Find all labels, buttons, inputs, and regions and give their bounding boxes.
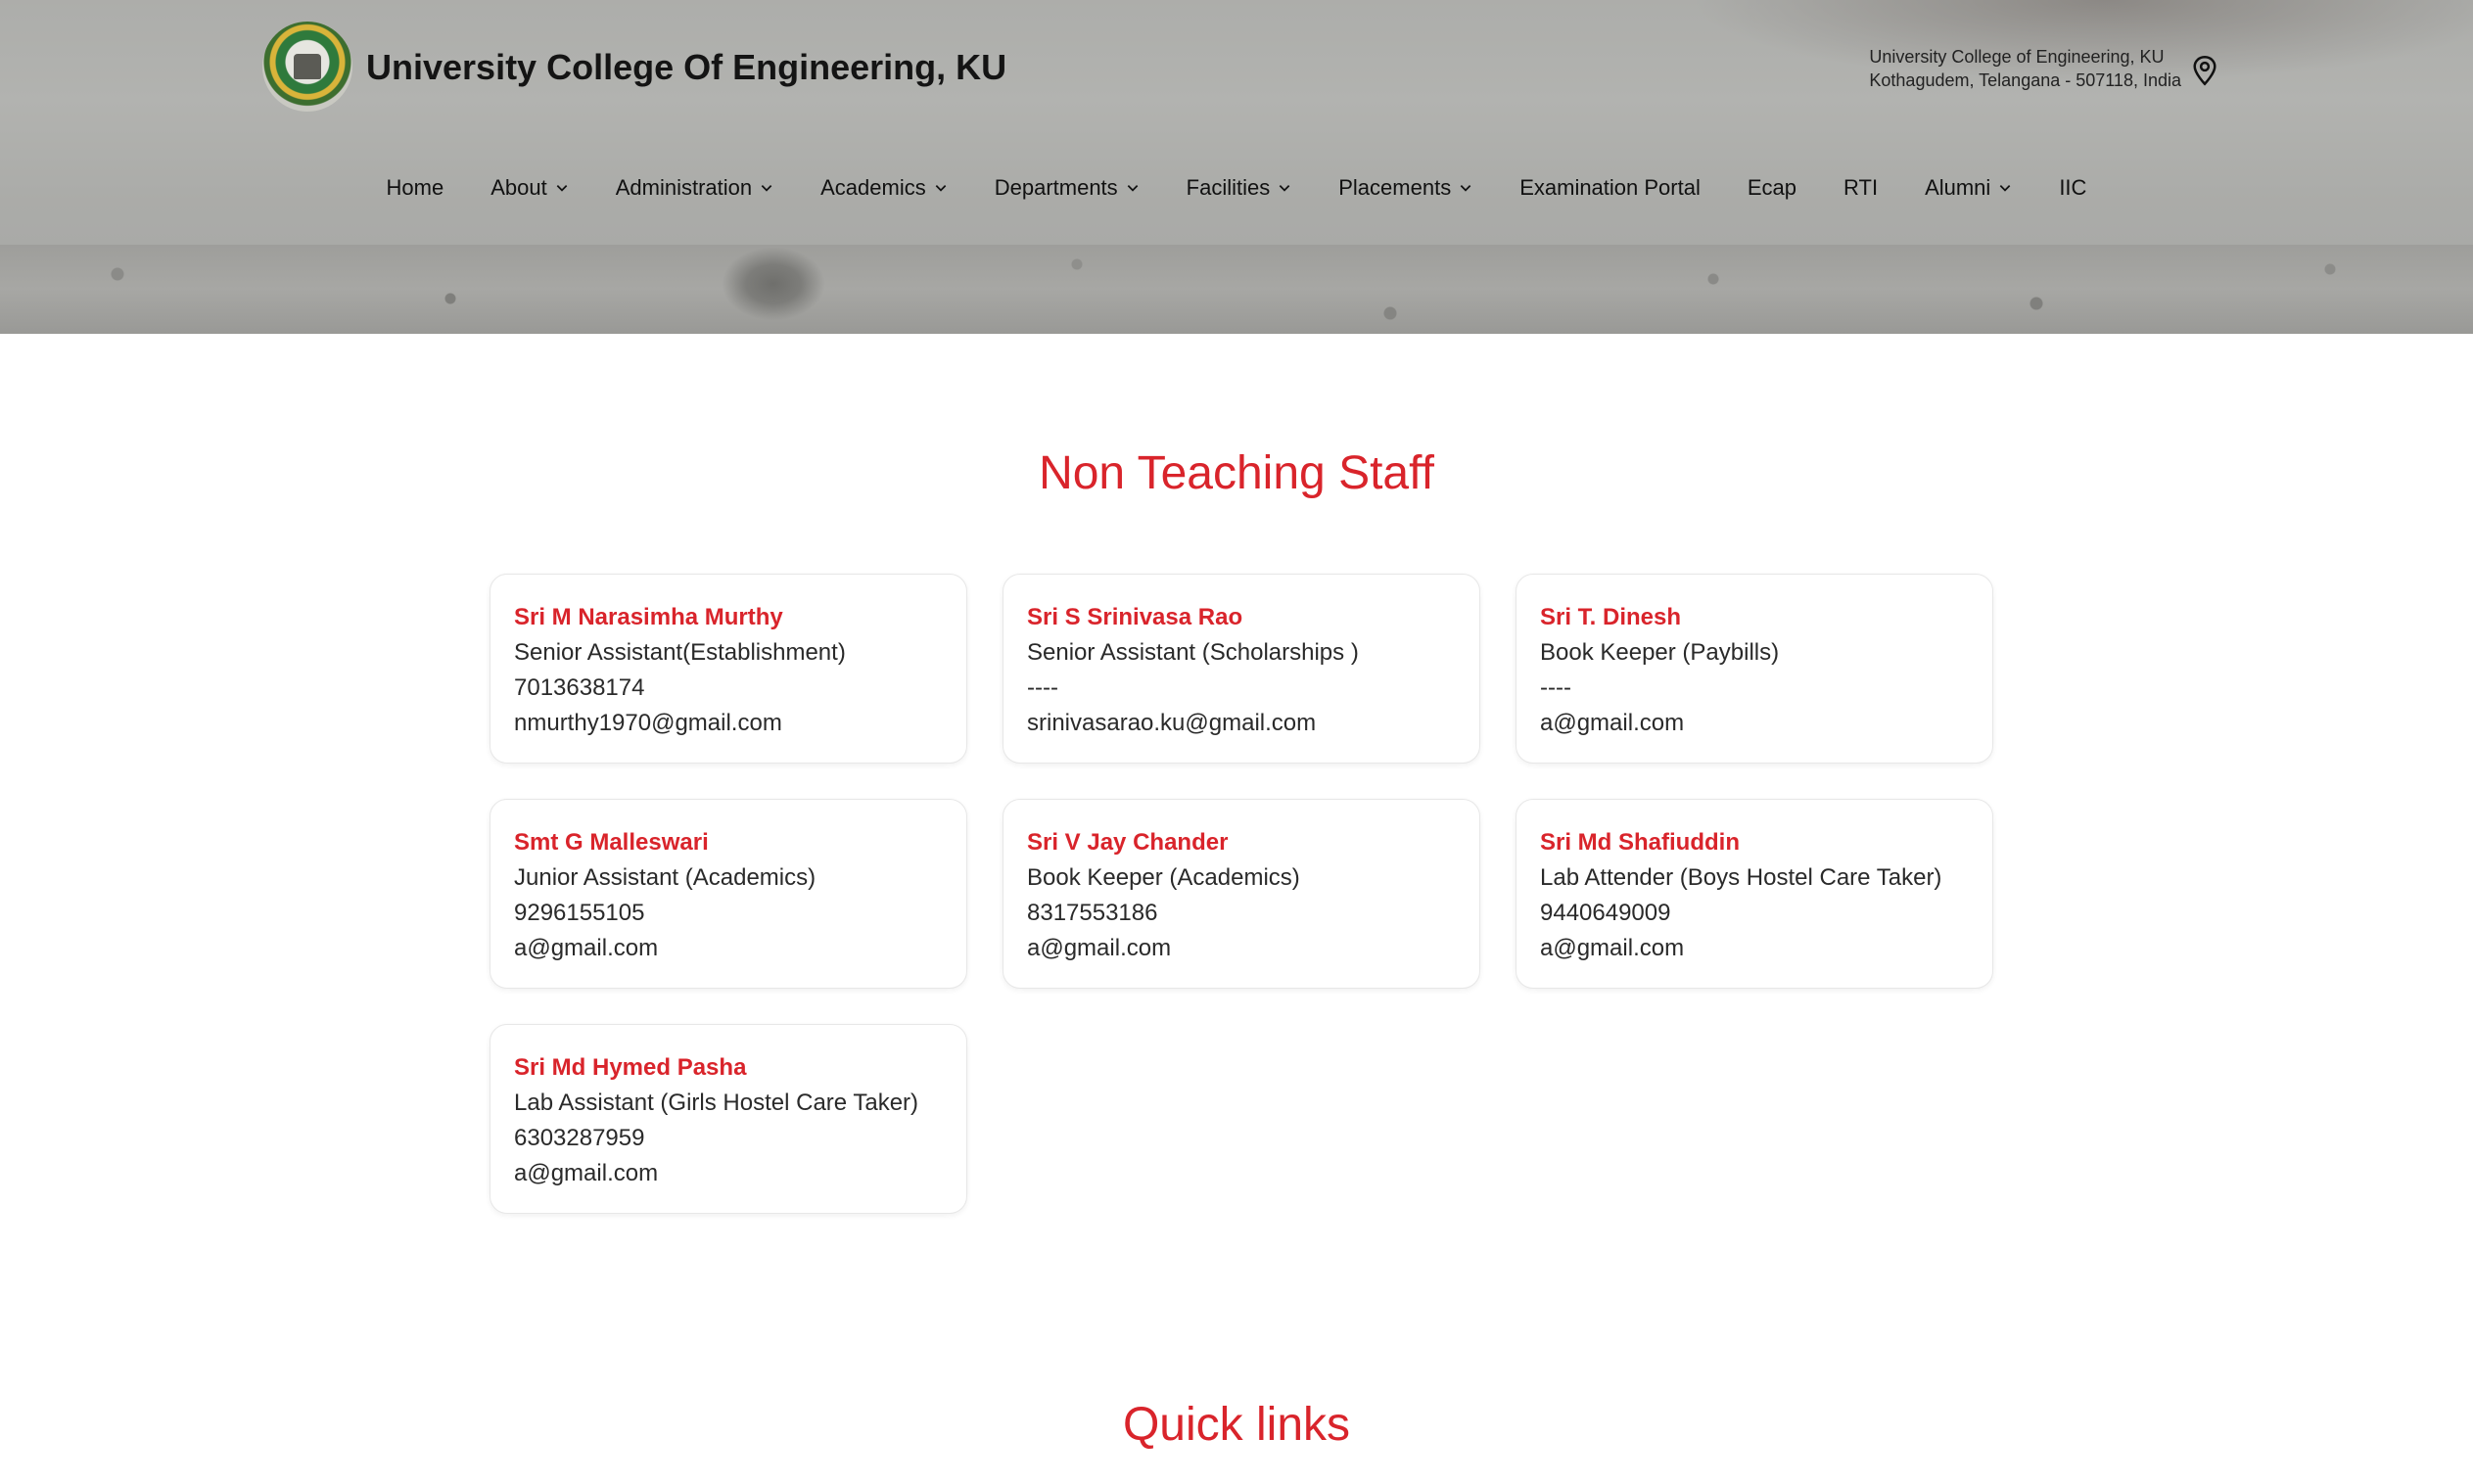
header-banner-image — [0, 245, 2473, 334]
nav-item-examination-portal[interactable]: Examination Portal — [1519, 175, 1701, 201]
nav-item-label: Ecap — [1747, 175, 1797, 200]
staff-name: Sri Md Hymed Pasha — [514, 1054, 747, 1081]
nav-item-facilities[interactable]: Facilities — [1187, 175, 1292, 201]
staff-card: Sri T. Dinesh Book Keeper (Paybills) ---- a… — [1516, 574, 1993, 764]
nav-item-label: Departments — [994, 175, 1118, 200]
staff-card: Sri M Narasimha Murthy Senior Assistant(E… — [490, 574, 967, 764]
nav-item-label: Home — [386, 175, 444, 200]
chevron-down-icon — [1279, 185, 1290, 192]
staff-email: a@gmail.com — [514, 935, 659, 961]
staff-role: Senior Assistant (Scholarships ) — [1027, 639, 1359, 666]
staff-phone: 6303287959 — [514, 1125, 645, 1151]
staff-name: Smt G Malleswari — [514, 829, 709, 856]
nav-item-label: RTI — [1843, 175, 1879, 200]
staff-email: nmurthy1970@gmail.com — [514, 710, 782, 736]
nav-item-label: Placements — [1338, 175, 1452, 200]
header-address: University College of Engineering, KU Ko… — [1869, 45, 2181, 92]
staff-card: Smt G Malleswari Junior Assistant (Academ… — [490, 799, 967, 989]
staff-email: srinivasarao.ku@gmail.com — [1027, 710, 1317, 736]
chevron-down-icon — [1127, 185, 1138, 192]
staff-card: Sri S Srinivasa Rao Senior Assistant (Sch… — [1003, 574, 1480, 764]
site-header: University College Of Engineering, KU Un… — [0, 0, 2473, 334]
nav-item-placements[interactable]: Placements — [1338, 175, 1472, 201]
staff-phone: 8317553186 — [1027, 900, 1158, 926]
chevron-down-icon — [1460, 185, 1471, 192]
nav-item-administration[interactable]: Administration — [616, 175, 773, 201]
nav-item-label: Alumni — [1925, 175, 1991, 200]
staff-role: Junior Assistant (Academics) — [514, 864, 817, 891]
staff-phone: ---- — [1540, 674, 1571, 701]
university-seal-logo[interactable] — [262, 22, 352, 112]
staff-phone: ---- — [1027, 674, 1058, 701]
staff-email: a@gmail.com — [1027, 935, 1172, 961]
nav-item-label: Administration — [615, 175, 753, 200]
nav-item-ecap[interactable]: Ecap — [1748, 175, 1796, 201]
address-line-2: Kothagudem, Telangana - 507118, India — [1869, 70, 2181, 90]
section-title-non-teaching-staff: Non Teaching Staff — [1039, 447, 1434, 499]
nav-item-label: Facilities — [1186, 175, 1271, 200]
staff-card: Sri Md Hymed Pasha Lab Assistant (Girls H… — [490, 1024, 967, 1214]
map-pin-icon[interactable] — [2191, 55, 2218, 86]
nav-item-label: IIC — [2059, 175, 2087, 200]
nav-item-alumni[interactable]: Alumni — [1925, 175, 2012, 201]
staff-name: Sri V Jay Chander — [1027, 829, 1229, 856]
nav-item-label: About — [490, 175, 547, 200]
staff-phone: 9440649009 — [1540, 900, 1671, 926]
chevron-down-icon — [556, 185, 568, 192]
section-title-quick-links: Quick links — [1122, 1399, 1351, 1451]
staff-email: a@gmail.com — [1540, 710, 1685, 736]
staff-email: a@gmail.com — [1540, 935, 1685, 961]
main-navigation: Home About Administration Academics Departme… — [0, 168, 2473, 208]
site-title[interactable]: University College Of Engineering, KU — [366, 47, 1006, 88]
staff-role: Lab Attender (Boys Hostel Care Taker) — [1540, 864, 1942, 891]
staff-phone: 7013638174 — [514, 674, 645, 701]
chevron-down-icon — [761, 185, 772, 192]
nav-item-about[interactable]: About — [490, 175, 569, 201]
nav-item-academics[interactable]: Academics — [820, 175, 948, 201]
staff-role: Book Keeper (Academics) — [1027, 864, 1300, 891]
staff-email: a@gmail.com — [514, 1160, 659, 1186]
staff-phone: 9296155105 — [514, 900, 645, 926]
chevron-down-icon — [935, 185, 947, 192]
nav-item-label: Academics — [820, 175, 926, 200]
nav-item-home[interactable]: Home — [387, 175, 444, 201]
staff-role: Senior Assistant(Establishment) — [514, 639, 846, 666]
nav-item-rti[interactable]: RTI — [1843, 175, 1878, 201]
seal-emblem — [294, 54, 321, 79]
staff-card: Sri Md Shafiuddin Lab Attender (Boys Host… — [1516, 799, 1993, 989]
staff-name: Sri T. Dinesh — [1540, 604, 1682, 630]
header-backdrop — [0, 0, 2473, 245]
staff-card-grid: Sri M Narasimha Murthy Senior Assistant(E… — [490, 574, 1993, 1214]
address-line-1: University College of Engineering, KU — [1869, 47, 2165, 67]
staff-name: Sri Md Shafiuddin — [1540, 829, 1740, 856]
nav-item-departments[interactable]: Departments — [995, 175, 1140, 201]
staff-role: Book Keeper (Paybills) — [1540, 639, 1780, 666]
staff-role: Lab Assistant (Girls Hostel Care Taker) — [514, 1090, 919, 1116]
nav-item-label: Examination Portal — [1519, 175, 1701, 200]
staff-name: Sri M Narasimha Murthy — [514, 604, 783, 630]
chevron-down-icon — [2000, 185, 2011, 192]
staff-name: Sri S Srinivasa Rao — [1027, 604, 1243, 630]
nav-item-iic[interactable]: IIC — [2059, 175, 2086, 201]
staff-card: Sri V Jay Chander Book Keeper (Academics)… — [1003, 799, 1480, 989]
